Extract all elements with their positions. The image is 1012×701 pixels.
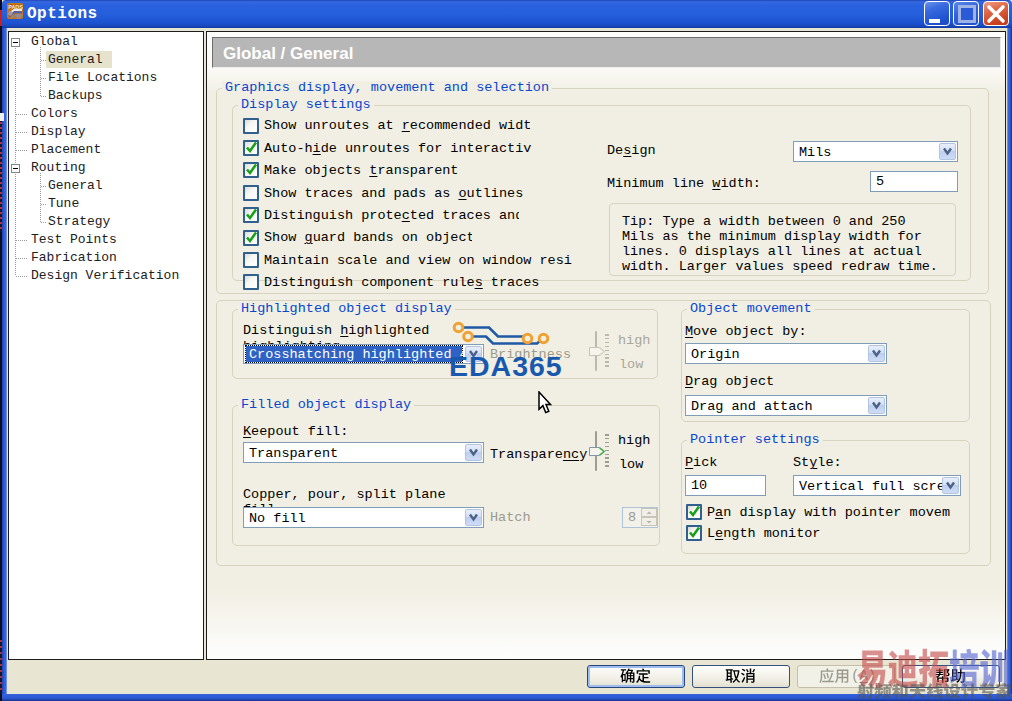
svg-text:PADS: PADS xyxy=(8,4,23,10)
